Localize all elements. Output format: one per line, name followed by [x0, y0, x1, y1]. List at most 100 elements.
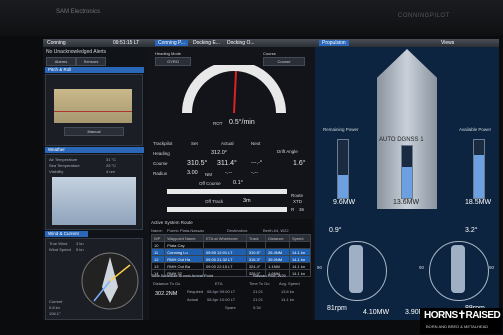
drift-value: 1.6° [293, 160, 306, 167]
air-temp-value: 31 °C [106, 157, 117, 162]
offtrack-label: Off Track [205, 199, 224, 204]
eta-label: ETA [215, 281, 223, 286]
offcourse-bar [167, 189, 287, 194]
table-row[interactable]: 12 RMH Out Ha 09:00 21.32 LT 316.3° 39.0NM 14… [150, 255, 312, 263]
act-eta: 08 Apr 10:00 LT [207, 297, 236, 302]
propulsion-panel: AUTO DGNSS 1 Remaining Power Available P… [315, 47, 499, 320]
tab-conning[interactable]: Conning P... [155, 40, 188, 46]
drift-label: Drift Angle [277, 149, 298, 154]
waypoint-table: WP Waypoint Name ETA at Wheelover Track … [150, 234, 312, 277]
next-col: Next [251, 141, 261, 146]
wind-header: Wind & Current [45, 231, 88, 237]
available-power-label: Available Power [459, 127, 492, 132]
radius-unit: NM [205, 172, 212, 177]
r-label: R [291, 207, 295, 212]
pitch-roll-header: Pitch & Roll [45, 67, 144, 73]
col-track: Track [245, 234, 267, 242]
col-eta: ETA at Wheelover [202, 234, 247, 242]
cell: 09:00 21.32 LT [202, 255, 247, 263]
sea-temp-label: Sea Temperature [49, 163, 80, 168]
dest-value: Berth #4, W22 [263, 228, 289, 233]
course-set: 310.5° [187, 160, 208, 167]
dist-value: 302.2NM [155, 291, 178, 297]
req-label: Required [187, 289, 204, 294]
route-panel: Active System Route Name: Puerto Plata-N… [149, 219, 313, 320]
angle-right: 3.2° [465, 227, 478, 234]
alerts-text: No Unacknowledged Alerts [46, 49, 107, 55]
alarms-button[interactable]: Alarms [46, 57, 76, 66]
xtd-label: XTD [293, 199, 302, 204]
spare-label: Spare [225, 305, 236, 310]
offcourse-label: Off Course [199, 181, 221, 186]
brand-right-label: CONNINGPILOT [398, 13, 450, 19]
available-power-gauge [473, 139, 485, 199]
spare-value: 0:34 [253, 305, 261, 310]
tab-propulsion[interactable]: Propulsion [319, 40, 349, 46]
route-title: Active System Route [151, 220, 193, 225]
available-value: 18.5MW [465, 199, 492, 206]
visibility-value: 4 nm [106, 169, 115, 174]
remaining-fill [338, 174, 348, 198]
cell [245, 241, 267, 249]
cell: 26.4NM [265, 248, 290, 256]
cell: 10 [150, 241, 166, 249]
r-value: 36 [299, 207, 305, 212]
rot-gauge [182, 65, 286, 114]
radius-row-label: Radius [153, 171, 168, 176]
left-azipod [349, 245, 363, 293]
weather-panel: Air Temperature 31 °C Sea Temperature 29… [45, 154, 143, 230]
screen: Conning 09:51:15 LT Conning P... Docking… [43, 39, 499, 320]
remaining-power-label: Remaining Power [323, 127, 359, 132]
cell: 14.1 kn [288, 255, 312, 263]
roll-line [54, 111, 132, 112]
heading-row-label: Heading [153, 151, 170, 156]
cell [288, 241, 312, 249]
arrival-point: Nassau Pilot, W20 [253, 273, 286, 278]
wind-panel: True Wind 3 kn Wind Speed 5 kn Current 0… [45, 238, 143, 320]
table-row[interactable]: 13 RMH Out Ba 09:00 22:15 LT 324.4° 1.1NM 14.… [150, 262, 312, 270]
dial-mark-mid: 90 [419, 265, 425, 270]
course-row-label: Course [153, 161, 168, 166]
cell: Conning Lu [164, 248, 204, 256]
cell: 14.1 kn [288, 262, 312, 270]
cell: 14.1 kn [288, 248, 312, 256]
dial-mark-right: 90 [489, 265, 495, 270]
app-title: Conning [47, 40, 66, 46]
roll-mode-select[interactable]: Manual [64, 127, 124, 136]
middle-column: Heading Mode GYRO Course Course ROT 0.5°… [147, 47, 315, 320]
title-bar: Conning 09:51:15 LT Conning P... Docking… [43, 39, 499, 47]
table-header-row: WP Waypoint Name ETA at Wheelover Track … [150, 234, 312, 242]
tab-docking-e[interactable]: Docking E... [193, 40, 220, 46]
ttg-label: Time To Go [249, 281, 270, 286]
cell: 09:00 22:15 LT [202, 262, 247, 270]
cell: 09:55 12:01 LT [202, 248, 247, 256]
radius-actual: -.-- [225, 170, 233, 176]
views-label[interactable]: Views [441, 40, 454, 46]
current-label: Current [49, 299, 63, 304]
rpm-left: 81rpm [327, 305, 347, 312]
col-speed: Speed [288, 234, 312, 242]
mode-label: Heading Mode [155, 51, 182, 56]
cell [265, 241, 290, 249]
trackpilot-title: Trackpilot [153, 141, 173, 146]
rot-needle [233, 70, 237, 114]
sensors-button[interactable]: Sensors [76, 57, 106, 66]
logo-line1: HORNS✝RAISED [424, 310, 501, 321]
heading-set: 312.0° [211, 150, 227, 156]
mid-power-gauge [401, 145, 413, 199]
sea-temp-value: 29 °C [106, 163, 117, 168]
mid-fill [402, 166, 412, 198]
course-label: Course [263, 51, 276, 56]
angle-left: 0.9° [329, 227, 342, 234]
cell: 324.4° [245, 262, 267, 270]
course-next: ---.-° [251, 160, 263, 166]
tab-docking-o[interactable]: Docking O... [227, 40, 255, 46]
visibility-label: Visibility [49, 169, 64, 174]
cell: RMH Out Ha [164, 255, 204, 263]
current-value: 0.8 kn [49, 305, 60, 310]
table-row[interactable]: 11 Conning Lu 09:55 12:01 LT 310.5° 26.4NM 14… [150, 248, 312, 256]
table-row[interactable]: 10 Plata Cay [150, 241, 312, 249]
avg-label: Avg. Speed [279, 281, 300, 286]
remaining-value: 9.6MW [333, 199, 356, 206]
roll-chart [54, 89, 132, 123]
